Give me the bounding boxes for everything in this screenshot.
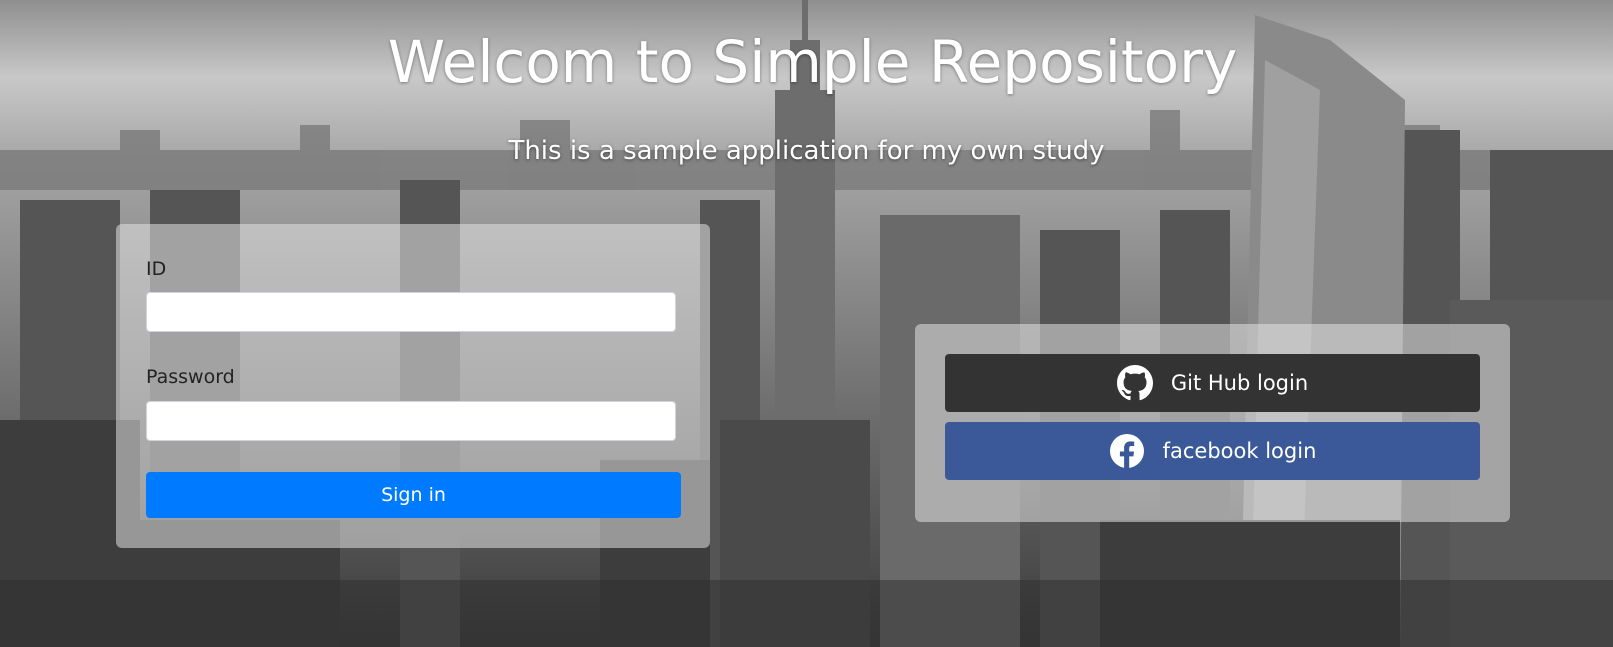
login-form-panel: ID Password Sign in: [116, 224, 710, 548]
github-icon: [1116, 365, 1153, 401]
password-label: Password: [146, 366, 235, 388]
facebook-icon: [1109, 433, 1145, 469]
password-input[interactable]: [146, 401, 676, 441]
facebook-login-label: facebook login: [1162, 439, 1317, 463]
sign-in-button[interactable]: Sign in: [146, 472, 681, 518]
page-subtitle: This is a sample application for my own …: [508, 136, 1105, 166]
github-login-button[interactable]: Git Hub login: [945, 354, 1480, 412]
page: Welcom to Simple Repository This is a sa…: [0, 0, 1613, 647]
github-login-label: Git Hub login: [1170, 371, 1309, 395]
id-input[interactable]: [146, 292, 676, 332]
page-title: Welcom to Simple Repository: [387, 28, 1238, 96]
social-login-panel: Git Hub login facebook login: [915, 324, 1510, 522]
facebook-login-button[interactable]: facebook login: [945, 422, 1480, 480]
id-label: ID: [146, 258, 167, 280]
